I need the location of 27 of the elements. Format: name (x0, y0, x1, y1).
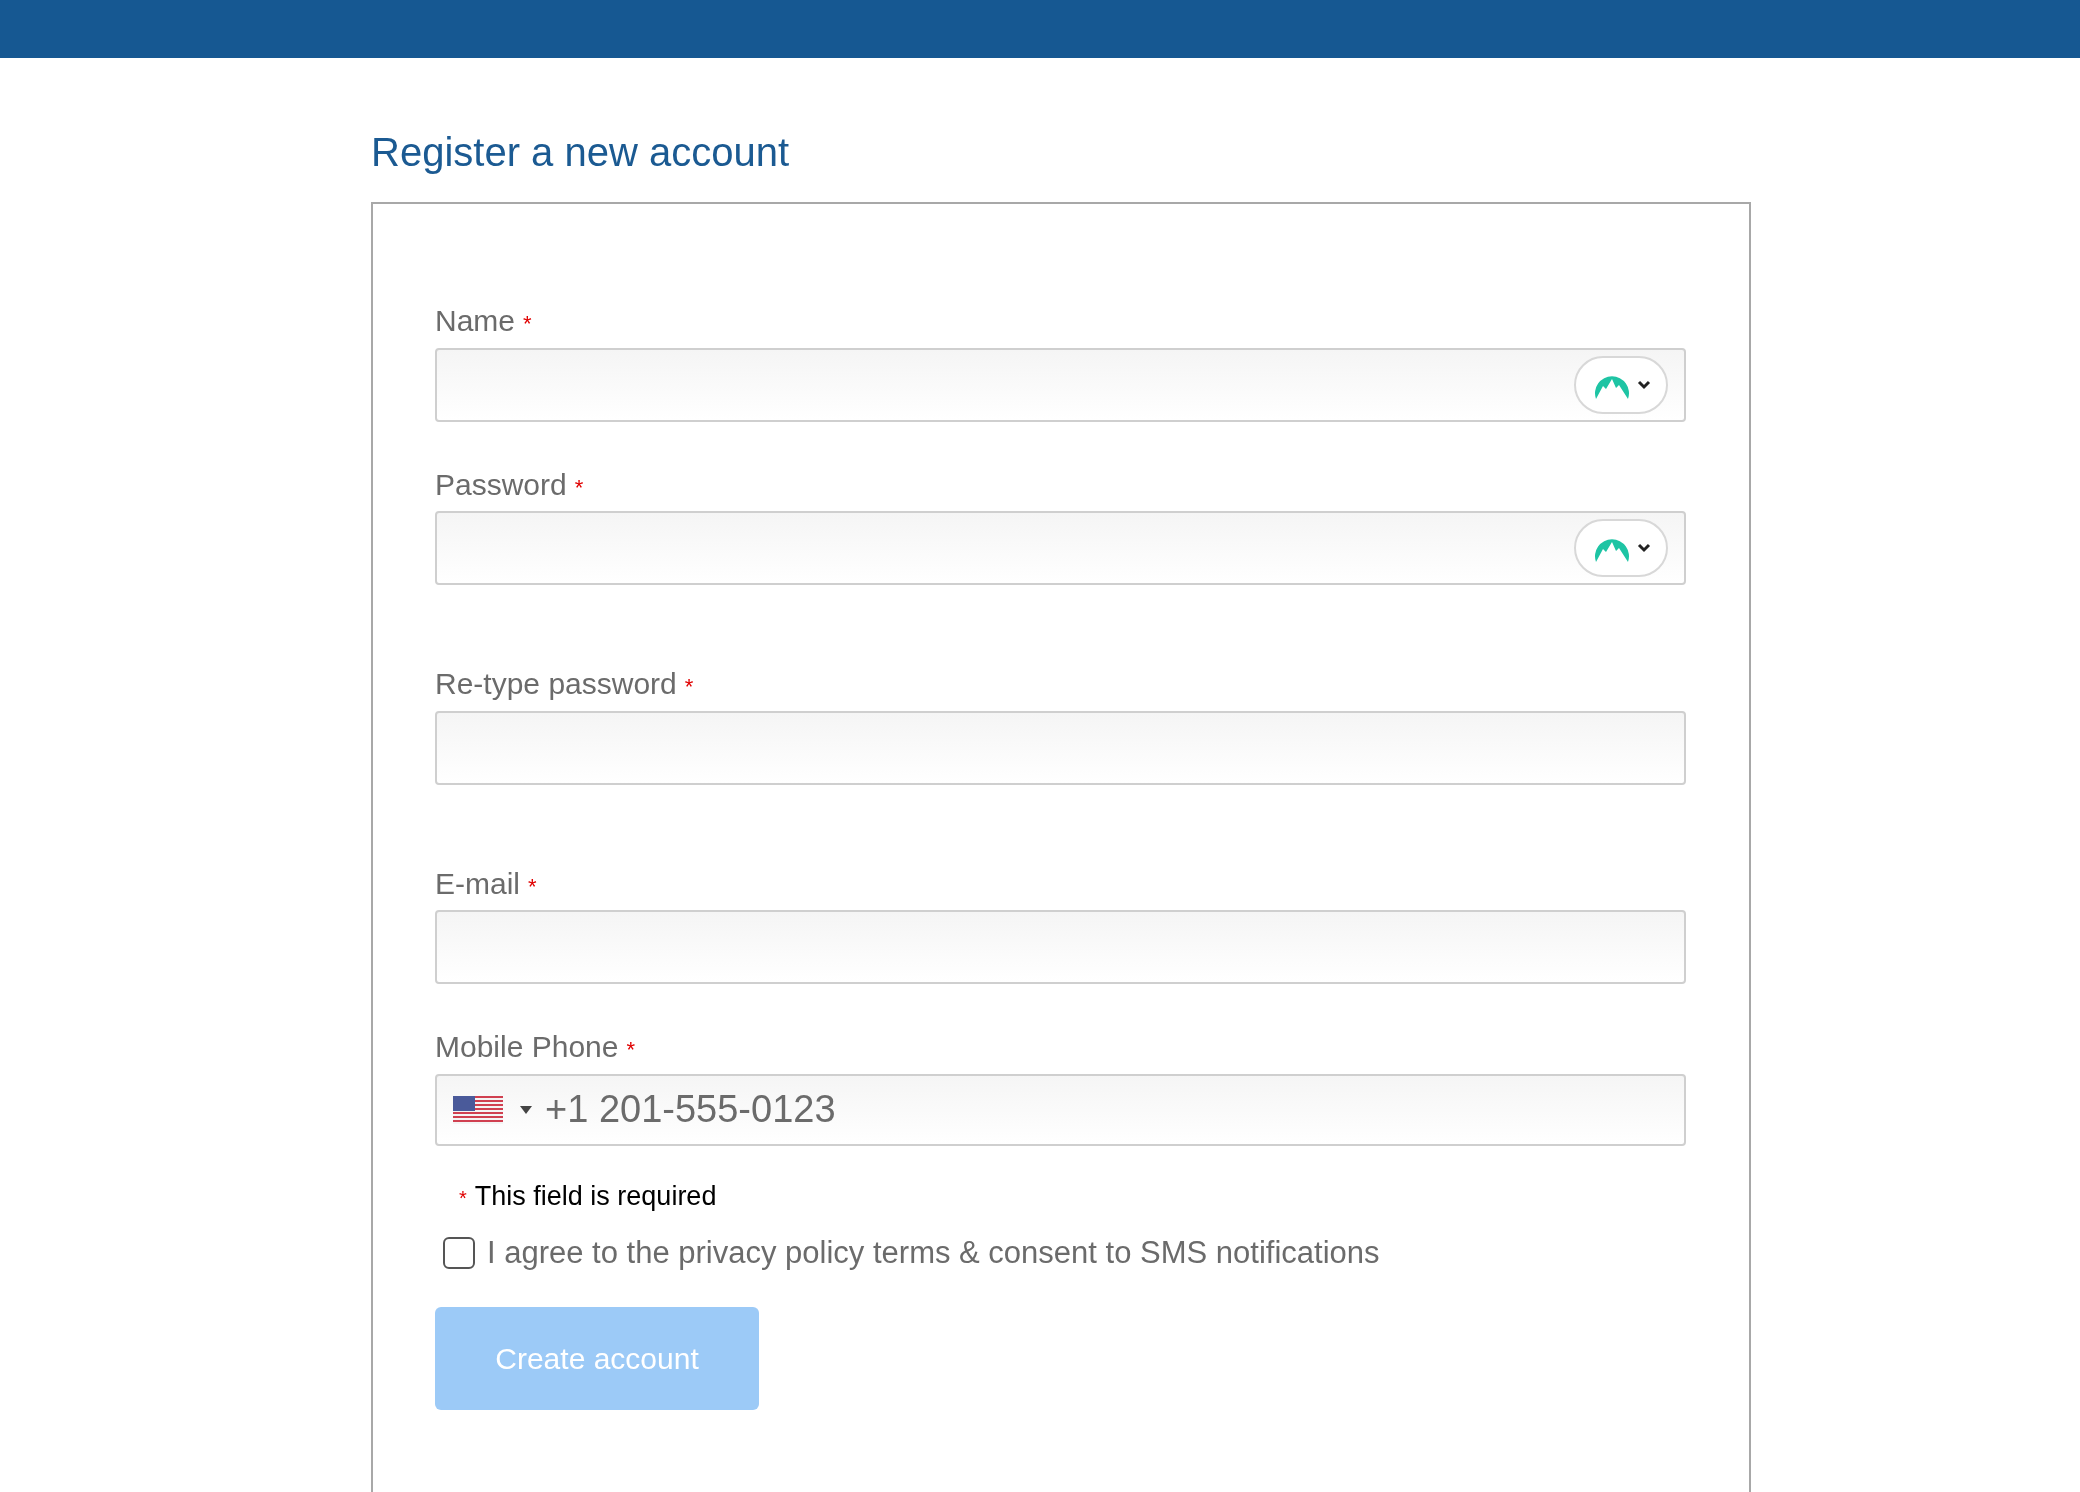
field-label: Mobile Phone (435, 1029, 619, 1065)
input-field[interactable] (435, 910, 1686, 984)
chevron-down-icon (1637, 543, 1651, 553)
required-mark: * (574, 473, 584, 501)
field-label: Password (435, 466, 567, 503)
input-field[interactable] (435, 710, 1686, 785)
phone-number-input[interactable]: +1 201-555-0123 (545, 1081, 1684, 1138)
password-manager-button[interactable] (1574, 519, 1668, 577)
password-manager-button[interactable] (1574, 355, 1668, 414)
phone-field[interactable]: +1 201-555-0123 (435, 1073, 1686, 1146)
required-mark: * (528, 872, 537, 900)
agree-checkbox[interactable] (443, 1237, 475, 1270)
required-note: This field is required (474, 1179, 717, 1213)
page-title: Register a new account (371, 132, 790, 172)
input-field[interactable] (435, 347, 1686, 422)
required-mark: * (523, 310, 532, 338)
required-mark: * (684, 673, 694, 701)
field-label: E-mail (435, 865, 520, 902)
required-mark: * (459, 1185, 467, 1211)
field-label: Re-type password (435, 666, 677, 702)
field-label: Name (435, 303, 516, 339)
dropdown-triangle-icon (519, 1104, 533, 1115)
flag-icon (453, 1095, 503, 1124)
agree-label: I agree to the privacy policy terms & consent to SMS notifications (487, 1234, 1380, 1272)
chevron-down-icon (1637, 379, 1651, 390)
required-mark: * (626, 1036, 636, 1064)
input-field[interactable] (435, 511, 1686, 585)
